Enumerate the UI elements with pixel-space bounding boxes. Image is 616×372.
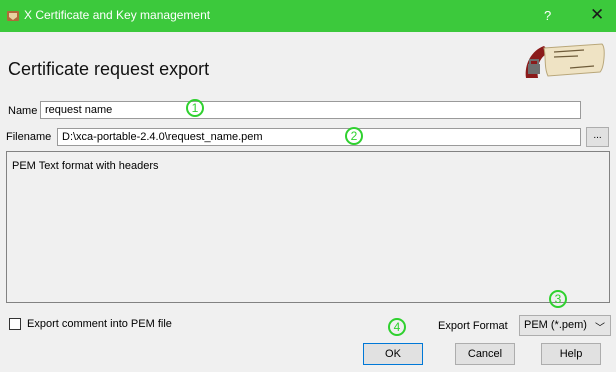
chevron-down-icon: ﹀ bbox=[595, 323, 605, 334]
callout-marker: 2 bbox=[345, 127, 363, 145]
cancel-button[interactable]: Cancel bbox=[455, 343, 515, 365]
export-format-select[interactable]: PEM (*.pem) ﹀ bbox=[519, 315, 611, 336]
callout-marker: 3 bbox=[549, 290, 567, 308]
name-input[interactable]: request name bbox=[40, 101, 581, 119]
filename-label: Filename bbox=[6, 131, 52, 143]
export-format-value: PEM (*.pem) bbox=[524, 319, 587, 331]
title-bar: X Certificate and Key management ? ✕ bbox=[0, 0, 616, 32]
export-comment-checkbox[interactable] bbox=[9, 318, 21, 330]
callout-marker: 4 bbox=[388, 318, 406, 336]
xca-logo bbox=[525, 43, 605, 78]
pem-text-area[interactable]: PEM Text format with headers bbox=[6, 151, 610, 303]
window-title: X Certificate and Key management bbox=[24, 8, 211, 22]
filename-input[interactable]: D:\xca-portable-2.4.0\request_name.pem bbox=[57, 128, 581, 146]
callout-marker: 1 bbox=[186, 99, 204, 117]
browse-button[interactable]: ... bbox=[586, 127, 609, 147]
help-title-button[interactable]: ? bbox=[544, 8, 551, 23]
ok-button[interactable]: OK bbox=[363, 343, 423, 365]
name-label: Name bbox=[8, 105, 38, 117]
export-comment-label: Export comment into PEM file bbox=[27, 318, 172, 330]
help-button[interactable]: Help bbox=[541, 343, 601, 365]
app-icon bbox=[7, 11, 19, 21]
close-button[interactable]: ✕ bbox=[590, 5, 604, 25]
format-description: PEM Text format with headers bbox=[12, 160, 159, 172]
export-format-label: Export Format bbox=[438, 320, 508, 332]
page-title: Certificate request export bbox=[8, 59, 210, 79]
